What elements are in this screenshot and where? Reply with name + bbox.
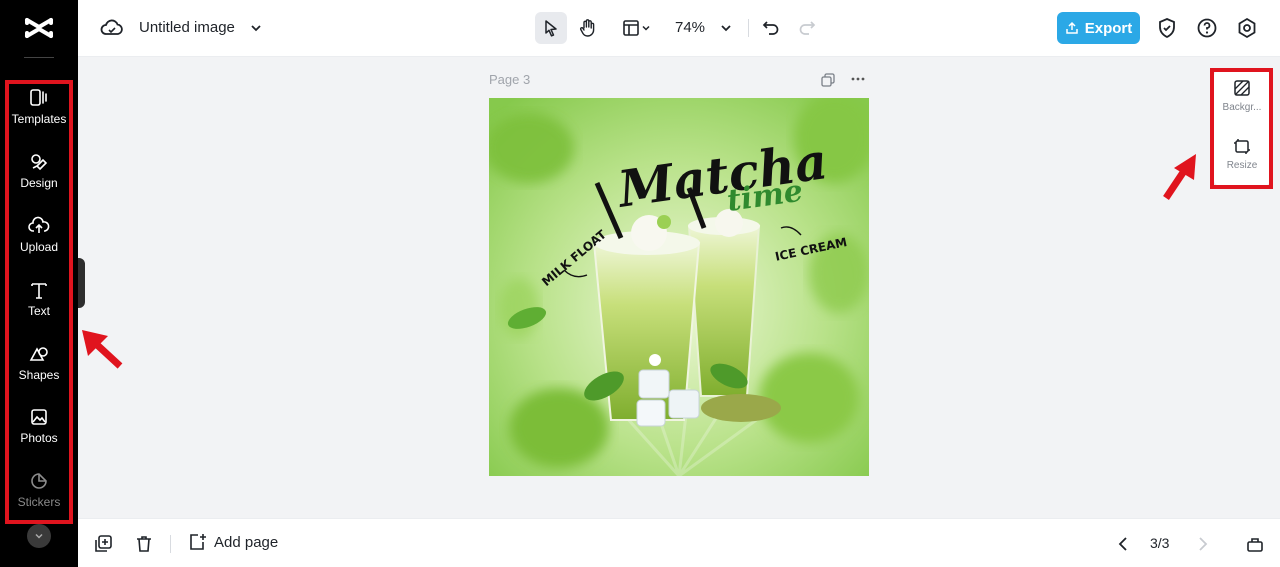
pages-panel-icon[interactable] — [1245, 534, 1265, 554]
duplicate-icon[interactable] — [93, 534, 113, 554]
panel-collapse-handle[interactable] — [78, 258, 85, 308]
page-counter: 3/3 — [1150, 535, 1170, 551]
duplicate-page-icon[interactable] — [820, 72, 836, 88]
hand-icon — [579, 19, 595, 37]
bottom-divider — [170, 535, 171, 553]
page-label: Page 3 — [489, 72, 531, 87]
hand-tool-button[interactable] — [572, 12, 604, 44]
layout-icon — [623, 20, 639, 36]
cursor-icon — [545, 20, 557, 37]
top-toolbar: Untitled image 74% Export — [78, 0, 1280, 57]
right-panel-highlight-box — [1210, 68, 1273, 189]
chevron-right-icon[interactable] — [1192, 534, 1212, 554]
add-page-icon — [190, 534, 206, 550]
bottom-bar: Add page 3/3 — [78, 518, 1280, 567]
export-button[interactable]: Export — [1057, 12, 1140, 44]
undo-icon[interactable] — [761, 18, 781, 38]
zoom-level[interactable]: 74% — [675, 19, 705, 36]
chevron-down-icon — [642, 25, 650, 31]
export-label: Export — [1084, 19, 1133, 37]
cloud-sync-icon[interactable] — [100, 17, 124, 39]
redo-icon[interactable] — [797, 18, 817, 38]
settings-icon[interactable] — [1235, 16, 1259, 40]
more-icon[interactable] — [849, 70, 867, 88]
chevron-left-icon[interactable] — [1114, 534, 1134, 554]
sidebar-highlight-box — [5, 80, 73, 524]
annotation-arrow-left — [82, 330, 123, 369]
select-tool-button[interactable] — [535, 12, 567, 44]
logo-divider — [24, 57, 54, 58]
annotation-arrow-right — [1163, 154, 1196, 200]
sidebar-expand-button[interactable] — [27, 524, 51, 548]
chevron-down-icon[interactable] — [718, 20, 734, 36]
help-icon[interactable] — [1195, 16, 1219, 40]
layout-menu-button[interactable] — [616, 12, 658, 44]
add-page-button[interactable]: Add page — [188, 532, 278, 552]
matcha-poster: Matcha time MILK FLOAT ICE CREAM — [489, 98, 869, 476]
upload-icon — [1065, 21, 1078, 34]
canvas-artwork[interactable]: Matcha time MILK FLOAT ICE CREAM — [489, 98, 869, 476]
shield-check-icon[interactable] — [1155, 16, 1179, 40]
toolbar-divider — [748, 19, 749, 37]
add-page-label: Add page — [214, 533, 279, 551]
document-title[interactable]: Untitled image — [139, 19, 235, 36]
chevron-down-icon[interactable] — [248, 20, 264, 36]
capcut-logo[interactable] — [24, 14, 54, 42]
delete-icon[interactable] — [134, 534, 154, 554]
chevron-down-icon — [35, 533, 43, 539]
